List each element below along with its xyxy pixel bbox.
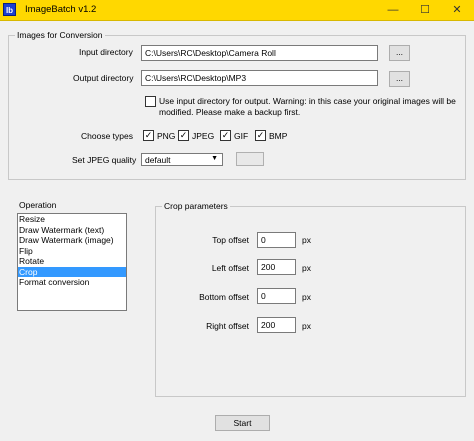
input-directory-label: Input directory	[79, 47, 133, 57]
input-directory-field[interactable]: C:\Users\RC\Desktop\Camera Roll	[141, 45, 378, 61]
png-label: PNG	[157, 131, 176, 141]
jpeg-quality-value: default	[145, 155, 171, 165]
jpeg-checkbox[interactable]: ✓	[178, 130, 189, 141]
output-directory-field[interactable]: C:\Users\RC\Desktop\MP3	[141, 70, 378, 86]
input-browse-button[interactable]: ...	[389, 45, 410, 61]
bottom-offset-field[interactable]: 0	[257, 288, 296, 304]
maximize-icon[interactable]: ☐	[410, 0, 440, 20]
title-bar: Ib ImageBatch v1.2 — ☐ ✕	[0, 0, 474, 21]
window-title: ImageBatch v1.2	[25, 4, 97, 15]
jpeg-quality-extra-field	[236, 152, 264, 166]
top-offset-label: Top offset	[212, 235, 249, 245]
minimize-icon[interactable]: —	[378, 0, 408, 20]
bottom-offset-unit: px	[302, 292, 311, 302]
top-offset-field[interactable]: 0	[257, 232, 296, 248]
operation-item-rotate[interactable]: Rotate	[18, 256, 126, 267]
operation-item-draw-watermark-text[interactable]: Draw Watermark (text)	[18, 225, 126, 236]
operation-item-resize[interactable]: Resize	[18, 214, 126, 225]
left-offset-field[interactable]: 200	[257, 259, 296, 275]
jpeg-quality-label: Set JPEG quality	[72, 155, 137, 165]
operation-item-crop[interactable]: Crop	[18, 266, 126, 277]
output-browse-button[interactable]: ...	[389, 71, 410, 87]
operation-listbox[interactable]: Resize Draw Watermark (text) Draw Waterm…	[17, 213, 127, 311]
use-input-directory-text-line1: Use input directory for output. Warning:…	[159, 96, 456, 106]
right-offset-field[interactable]: 200	[257, 317, 296, 333]
chevron-down-icon: ▼	[211, 155, 218, 162]
png-checkbox[interactable]: ✓	[143, 130, 154, 141]
gif-checkbox[interactable]: ✓	[220, 130, 231, 141]
right-offset-label: Right offset	[206, 321, 249, 331]
left-offset-unit: px	[302, 263, 311, 273]
bottom-offset-label: Bottom offset	[199, 292, 249, 302]
gif-label: GIF	[234, 131, 249, 141]
top-offset-unit: px	[302, 235, 311, 245]
jpeg-label: JPEG	[192, 131, 215, 141]
left-offset-label: Left offset	[211, 263, 249, 273]
use-input-directory-checkbox[interactable]	[145, 96, 156, 107]
choose-types-label: Choose types	[81, 131, 133, 141]
images-group-title: Images for Conversion	[15, 30, 105, 40]
app-icon: Ib	[3, 3, 16, 16]
start-button[interactable]: Start	[215, 415, 270, 431]
bmp-checkbox[interactable]: ✓	[255, 130, 266, 141]
use-input-directory-text-line2: modified. Please make a backup first.	[159, 107, 301, 117]
operation-item-draw-watermark-image[interactable]: Draw Watermark (image)	[18, 235, 126, 246]
operation-item-format-conversion[interactable]: Format conversion	[18, 277, 126, 288]
crop-parameters-title: Crop parameters	[162, 201, 230, 211]
output-directory-label: Output directory	[73, 73, 134, 83]
operation-item-flip[interactable]: Flip	[18, 246, 126, 257]
bmp-label: BMP	[269, 131, 288, 141]
operation-label: Operation	[19, 200, 57, 210]
jpeg-quality-select[interactable]: default ▼	[141, 153, 223, 166]
right-offset-unit: px	[302, 321, 311, 331]
close-icon[interactable]: ✕	[442, 0, 472, 20]
